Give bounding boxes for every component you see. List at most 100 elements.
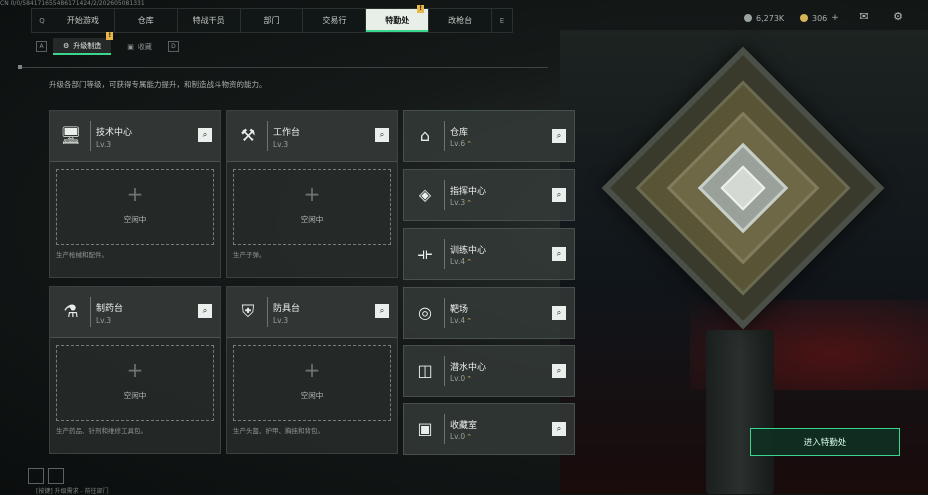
shortcut-slot[interactable] [28, 468, 44, 484]
tab-operators[interactable]: 特战干员 [178, 9, 241, 32]
card-level: Lv.3 [273, 316, 289, 325]
command-icon: ◈ [418, 185, 432, 204]
currency-counter[interactable]: 6,273K [744, 12, 784, 24]
slot-status: 空闲中 [123, 391, 147, 400]
mail-icon[interactable]: ✉ [857, 11, 871, 23]
upgrade-arrow-icon: ⌃ [466, 140, 473, 148]
dept-level: Lv.3⌃ [450, 198, 472, 207]
divider [18, 65, 548, 69]
card-description: 生产子弹。 [233, 251, 266, 259]
add-currency-icon[interactable]: + [831, 13, 839, 23]
dept-name: 靶场 [450, 305, 469, 315]
slot-status: 空闲中 [300, 391, 324, 400]
dept-row-training-center[interactable]: ⟛ 训练中心 Lv.4⌃ ⌕ [403, 228, 575, 280]
tab-special-ops[interactable]: 特勤处! [366, 5, 430, 32]
dept-row-diving-center[interactable]: ◫ 潜水中心 Lv.0⌃ ⌕ [403, 345, 575, 397]
production-slot[interactable]: + 空闲中 [233, 345, 391, 421]
settings-gear-icon[interactable]: ⚙ [891, 11, 905, 23]
dept-name: 收藏室 [450, 421, 478, 431]
plus-icon: + [126, 182, 144, 206]
dept-row-command-center[interactable]: ◈ 指挥中心 Lv.3⌃ ⌕ [403, 169, 575, 221]
production-slot[interactable]: + 空闲中 [56, 345, 214, 421]
gear-icon: ⚙ [63, 41, 70, 50]
search-icon[interactable]: ⌕ [552, 247, 566, 261]
card-description: 生产头盔、护甲、胸挂和背包。 [233, 427, 324, 435]
card-header[interactable]: ⚒ 工作台 Lv.3 ⌕ [227, 111, 397, 162]
bottom-shortcuts [28, 468, 64, 484]
card-name: 制药台 [96, 304, 124, 314]
production-slot[interactable]: + 空闲中 [56, 169, 214, 245]
enter-special-ops-button[interactable]: 进入特勤处 [750, 428, 900, 456]
subtab-right-key[interactable]: D [167, 41, 179, 52]
tab-start-game[interactable]: 开始游戏 [52, 9, 115, 32]
premium-value: 306 [812, 13, 828, 23]
subtab-left-key[interactable]: A [36, 41, 47, 52]
dept-level: Lv.0⌃ [450, 374, 472, 383]
upgrade-arrow-icon: ⌃ [466, 317, 473, 325]
search-icon[interactable]: ⌕ [198, 128, 212, 142]
search-icon[interactable]: ⌕ [552, 306, 566, 320]
dept-name: 训练中心 [450, 246, 487, 256]
dept-card-armor-bench: ⛨ 防具台 Lv.3 ⌕ + 空闲中 生产头盔、护甲、胸挂和背包。 [226, 286, 398, 454]
search-icon[interactable]: ⌕ [552, 422, 566, 436]
dept-card-tech-center: 🖥 技术中心 Lv.3 ⌕ + 空闲中 生产枪械和配件。 [49, 110, 221, 278]
card-name: 防具台 [273, 304, 301, 314]
tab-label: 交易行 [322, 16, 347, 25]
computer-icon: 🖥 [60, 126, 82, 146]
tab-gunsmith[interactable]: 改枪台 [429, 9, 493, 32]
search-icon[interactable]: ⌕ [552, 364, 566, 378]
subtab-label: 升级制造 [73, 41, 102, 50]
card-name: 技术中心 [96, 128, 133, 138]
card-level: Lv.3 [273, 140, 289, 149]
tab-market[interactable]: 交易行 [303, 9, 367, 32]
search-icon[interactable]: ⌕ [375, 304, 389, 318]
search-icon[interactable]: ⌕ [198, 304, 212, 318]
dept-name: 指挥中心 [450, 187, 487, 197]
card-header[interactable]: 🖥 技术中心 Lv.3 ⌕ [50, 111, 220, 162]
search-icon[interactable]: ⌕ [375, 128, 389, 142]
shortcut-slot[interactable] [48, 468, 64, 484]
microscope-icon: ⚗ [63, 302, 79, 322]
dept-row-warehouse[interactable]: ⌂ 仓库 Lv.6⌃ ⌕ [403, 110, 575, 162]
subtab-collection[interactable]: ▣ 收藏 [117, 39, 162, 54]
page-description: 升级各部门等级，可获得专属能力提升，和制造战斗物资的能力。 [49, 80, 267, 89]
tab-label: 特勤处 [385, 16, 410, 25]
card-level: Lv.3 [96, 316, 112, 325]
dept-row-collection-room[interactable]: ▣ 收藏室 Lv.0⌃ ⌕ [403, 403, 575, 455]
upgrade-arrow-icon: ⌃ [466, 375, 473, 383]
dept-card-pharmacy: ⚗ 制药台 Lv.3 ⌕ + 空闲中 生产药品、针剂和维修工具包。 [49, 286, 221, 454]
dept-name: 潜水中心 [450, 363, 487, 373]
level-text: Lv.0 [450, 374, 466, 383]
armor-icon: ⛨ [241, 302, 255, 322]
dept-level: Lv.0⌃ [450, 432, 472, 441]
subtab-label: 收藏 [137, 42, 152, 51]
dept-level: Lv.4⌃ [450, 316, 472, 325]
alert-badge: ! [417, 5, 425, 13]
collection-icon: ▣ [417, 419, 433, 438]
production-slot[interactable]: + 空闲中 [233, 169, 391, 245]
nav-left-key[interactable]: Q [32, 9, 52, 32]
target-icon: ◎ [418, 303, 432, 322]
warehouse-icon: ⌂ [419, 126, 431, 145]
nav-right-key[interactable]: E [492, 9, 512, 32]
collection-icon: ▣ [127, 42, 134, 51]
subtab-upgrade-craft[interactable]: ⚙ 升级制造 ! [53, 32, 114, 55]
card-header[interactable]: ⛨ 防具台 Lv.3 ⌕ [227, 287, 397, 338]
search-icon[interactable]: ⌕ [552, 129, 566, 143]
premium-counter[interactable]: 306 + [800, 12, 839, 24]
tab-warehouse[interactable]: 仓库 [115, 9, 178, 32]
level-text: Lv.0 [450, 432, 466, 441]
dept-row-shooting-range[interactable]: ◎ 靶场 Lv.4⌃ ⌕ [403, 287, 575, 339]
slot-status: 空闲中 [300, 215, 324, 224]
card-level: Lv.3 [96, 140, 112, 149]
sub-tabs: A ⚙ 升级制造 ! ▣ 收藏 D [36, 32, 179, 55]
dept-card-workbench: ⚒ 工作台 Lv.3 ⌕ + 空闲中 生产子弹。 [226, 110, 398, 278]
search-icon[interactable]: ⌕ [552, 188, 566, 202]
level-text: Lv.6 [450, 139, 466, 148]
alert-badge: ! [106, 32, 114, 40]
level-text: Lv.4 [450, 257, 466, 266]
tab-departments[interactable]: 部门 [241, 9, 304, 32]
card-header[interactable]: ⚗ 制药台 Lv.3 ⌕ [50, 287, 220, 338]
plus-icon: + [126, 358, 144, 382]
coin-icon [744, 14, 752, 22]
